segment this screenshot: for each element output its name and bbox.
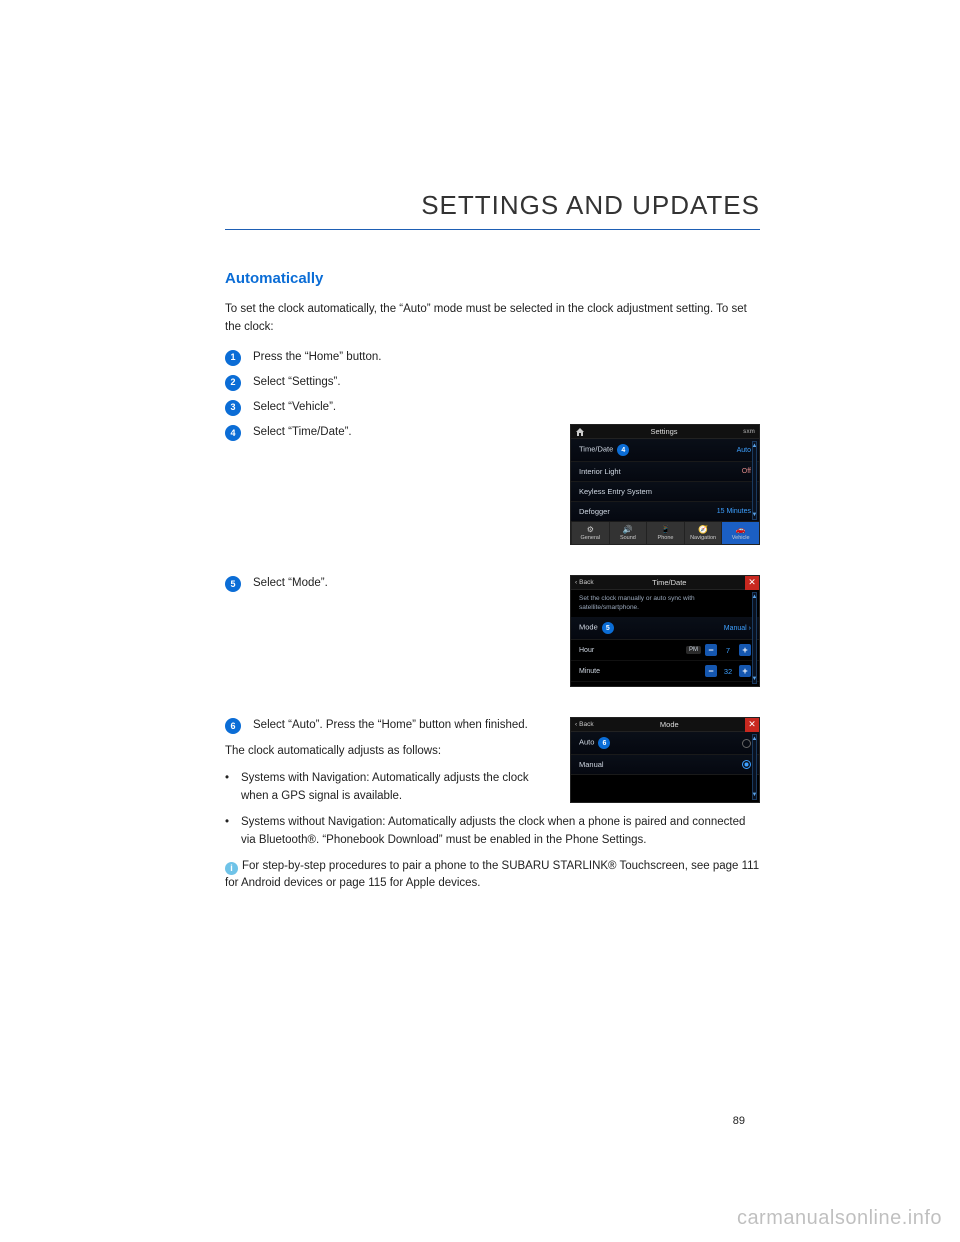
tab-general: ⚙General <box>571 522 609 544</box>
row-keyless-label: Keyless Entry System <box>579 487 652 496</box>
step-1: 1 Press the “Home” button. <box>225 349 760 366</box>
callout-marker-6: 6 <box>598 737 610 749</box>
back-button: ‹ Back <box>575 721 594 728</box>
bullet-2: Systems without Navigation: Automaticall… <box>225 814 760 850</box>
sxm-logo: sxm <box>743 429 755 435</box>
section-title: Automatically <box>225 270 760 287</box>
intro-text: To set the clock automatically, the “Aut… <box>225 301 760 337</box>
step-text-5: Select “Mode”. <box>253 575 328 592</box>
plus-icon: + <box>739 644 751 656</box>
radio-selected-icon <box>742 760 751 769</box>
plus-icon: + <box>739 665 751 677</box>
row-mode-value: Manual › <box>724 625 751 632</box>
screen6-title: Mode <box>598 720 741 729</box>
row-interior-light-label: Interior Light <box>579 467 621 476</box>
screen4-title: Settings <box>589 427 739 436</box>
ampm-badge: PM <box>686 646 701 654</box>
info-note: iFor step-by-step procedures to pair a p… <box>225 858 760 894</box>
row-interior-light: Interior Light Off <box>571 462 759 482</box>
screenshot-time-date: ‹ Back Time/Date ✕ Set the clock manuall… <box>570 575 760 687</box>
row-hour-label: Hour <box>579 647 682 654</box>
close-icon: ✕ <box>745 576 759 590</box>
step-5: 5 Select “Mode”. <box>225 575 550 592</box>
settings-tabs: ⚙General 🔊Sound 📱Phone 🧭Navigation 🚗Vehi… <box>571 522 759 544</box>
step-badge-2: 2 <box>225 375 241 391</box>
screenshot-mode: ‹ Back Mode ✕ Auto 6 Manual ▲▼ <box>570 717 760 803</box>
home-icon <box>575 427 585 437</box>
row-defogger-value: 15 Minutes <box>717 508 751 515</box>
row-time-date-label: Time/Date <box>579 445 613 454</box>
tab-vehicle: 🚗Vehicle <box>721 522 759 544</box>
minus-icon: − <box>705 644 717 656</box>
hour-value: 7 <box>721 646 735 655</box>
step-2: 2 Select “Settings”. <box>225 374 760 391</box>
bullet-1: Systems with Navigation: Automatically a… <box>225 770 550 806</box>
step-text-6: Select “Auto”. Press the “Home” button w… <box>253 717 528 734</box>
row-minute-label: Minute <box>579 668 701 675</box>
step-badge-5: 5 <box>225 576 241 592</box>
watermark: carmanualsonline.info <box>737 1207 942 1230</box>
row-manual: Manual <box>571 755 759 775</box>
step-text-3: Select “Vehicle”. <box>253 399 336 416</box>
row-interior-light-value: Off <box>742 468 751 475</box>
scrollbar: ▲▼ <box>752 441 757 520</box>
info-icon: i <box>225 862 238 875</box>
row-time-date-value: Auto <box>737 447 751 454</box>
screenshot-settings: Settings sxm Time/Date 4 Auto Interior Li… <box>570 424 760 545</box>
step-badge-3: 3 <box>225 400 241 416</box>
row-auto-label: Auto <box>579 738 594 747</box>
close-icon: ✕ <box>745 718 759 732</box>
row-defogger: Defogger 15 Minutes <box>571 502 759 522</box>
row-minute: Minute − 32 + <box>571 661 759 682</box>
chapter-title: SETTINGS AND UPDATES <box>225 190 760 230</box>
minus-icon: − <box>705 665 717 677</box>
row-mode: Mode 5 Manual › <box>571 617 759 640</box>
followup-text: The clock automatically adjusts as follo… <box>225 743 550 761</box>
page-number: 89 <box>733 1115 745 1127</box>
step-4: 4 Select “Time/Date”. <box>225 424 550 441</box>
step-text-2: Select “Settings”. <box>253 374 341 391</box>
row-defogger-label: Defogger <box>579 507 610 516</box>
minute-value: 32 <box>721 667 735 676</box>
callout-marker-4: 4 <box>617 444 629 456</box>
step-text-4: Select “Time/Date”. <box>253 424 352 441</box>
tab-phone: 📱Phone <box>646 522 684 544</box>
row-auto: Auto 6 <box>571 732 759 755</box>
screen5-title: Time/Date <box>598 578 741 587</box>
step-badge-6: 6 <box>225 718 241 734</box>
step-6: 6 Select “Auto”. Press the “Home” button… <box>225 717 550 734</box>
tab-sound: 🔊Sound <box>609 522 647 544</box>
row-hour: Hour PM − 7 + <box>571 640 759 661</box>
row-manual-label: Manual <box>579 760 604 769</box>
step-badge-4: 4 <box>225 425 241 441</box>
step-3: 3 Select “Vehicle”. <box>225 399 760 416</box>
scrollbar: ▲▼ <box>752 734 757 800</box>
row-time-date: Time/Date 4 Auto <box>571 439 759 462</box>
radio-unselected-icon <box>742 739 751 748</box>
screen5-desc: Set the clock manually or auto sync with… <box>571 590 759 617</box>
step-text-1: Press the “Home” button. <box>253 349 381 366</box>
back-button: ‹ Back <box>575 579 594 586</box>
row-mode-label: Mode <box>579 623 598 632</box>
callout-marker-5: 5 <box>602 622 614 634</box>
step-badge-1: 1 <box>225 350 241 366</box>
tab-navigation: 🧭Navigation <box>684 522 722 544</box>
scrollbar: ▲▼ <box>752 592 757 684</box>
row-keyless: Keyless Entry System <box>571 482 759 502</box>
